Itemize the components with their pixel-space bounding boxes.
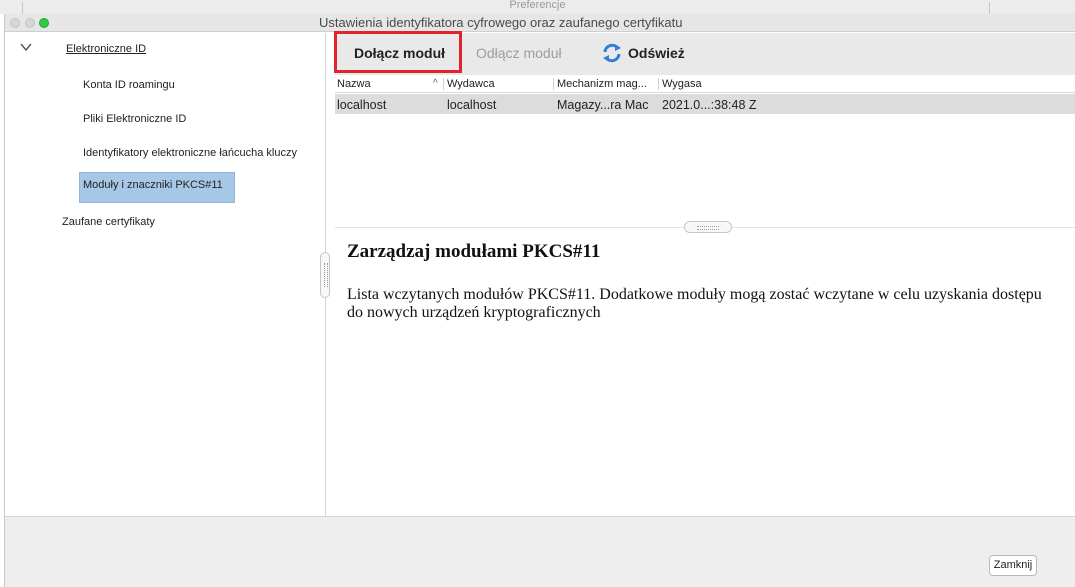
column-separator[interactable] (658, 78, 659, 90)
column-header-expires[interactable]: Wygasa (662, 78, 702, 90)
sidebar-item-id-files[interactable]: Pliki Elektroniczne ID (83, 113, 186, 125)
dialog-footer: Zamknij (5, 516, 1075, 587)
column-header-issuer[interactable]: Wydawca (447, 78, 495, 90)
description-title: Zarządzaj modułami PKCS#11 (347, 241, 601, 262)
table-header: Nazwa ^ Wydawca Mechanizm mag... Wygasa (335, 75, 1075, 93)
sidebar-item-trusted-certificates[interactable]: Zaufane certyfikaty (62, 216, 155, 228)
background-preferences-window: Preferencje (0, 0, 1075, 14)
column-separator[interactable] (553, 78, 554, 90)
splitter-handle[interactable] (320, 252, 330, 298)
cell-issuer: localhost (447, 98, 497, 112)
column-header-name[interactable]: Nazwa (337, 78, 371, 90)
modules-table: Nazwa ^ Wydawca Mechanizm mag... Wygasa … (335, 75, 1075, 227)
close-window-button[interactable] (10, 18, 20, 28)
digital-id-dialog: Ustawienia identyfikatora cyfrowego oraz… (4, 14, 1075, 587)
attach-module-highlight (334, 31, 462, 73)
title-bar: Ustawienia identyfikatora cyfrowego oraz… (5, 14, 1075, 32)
sidebar-item-pkcs11-modules[interactable]: Moduły i znaczniki PKCS#11 (83, 179, 223, 191)
cell-expires: 2021.0...:38:48 Z (662, 98, 757, 112)
sidebar-item-electronic-id[interactable]: Elektroniczne ID (66, 43, 146, 55)
chevron-down-icon[interactable] (19, 41, 33, 53)
minimize-window-button[interactable] (25, 18, 35, 28)
sort-ascending-icon: ^ (433, 78, 438, 89)
sidebar-item-keychain-ids[interactable]: Identyfikatory elektroniczne łańcucha kl… (83, 147, 297, 159)
close-button[interactable]: Zamknij (989, 555, 1037, 576)
refresh-icon[interactable] (601, 42, 623, 64)
column-separator[interactable] (443, 78, 444, 90)
detach-module-button[interactable]: Odłącz moduł (476, 45, 562, 61)
cell-name: localhost (337, 98, 387, 112)
description-pane: Zarządzaj modułami PKCS#11 Lista wczytan… (335, 230, 1075, 516)
background-window-title: Preferencje (509, 0, 566, 11)
background-separator (989, 2, 990, 14)
zoom-window-button[interactable] (39, 18, 49, 28)
sidebar: Elektroniczne ID Konta ID roamingu Pliki… (5, 33, 325, 516)
refresh-button[interactable]: Odśwież (628, 45, 685, 61)
column-header-storage[interactable]: Mechanizm mag... (557, 78, 647, 90)
description-text: Lista wczytanych modułów PKCS#11. Dodatk… (347, 286, 1042, 321)
table-row[interactable]: localhost localhost Magazy...ra Mac 2021… (335, 94, 1075, 114)
window-title: Ustawienia identyfikatora cyfrowego oraz… (319, 15, 683, 30)
sidebar-item-roaming-accounts[interactable]: Konta ID roamingu (83, 79, 175, 91)
cell-storage: Magazy...ra Mac (557, 98, 649, 112)
